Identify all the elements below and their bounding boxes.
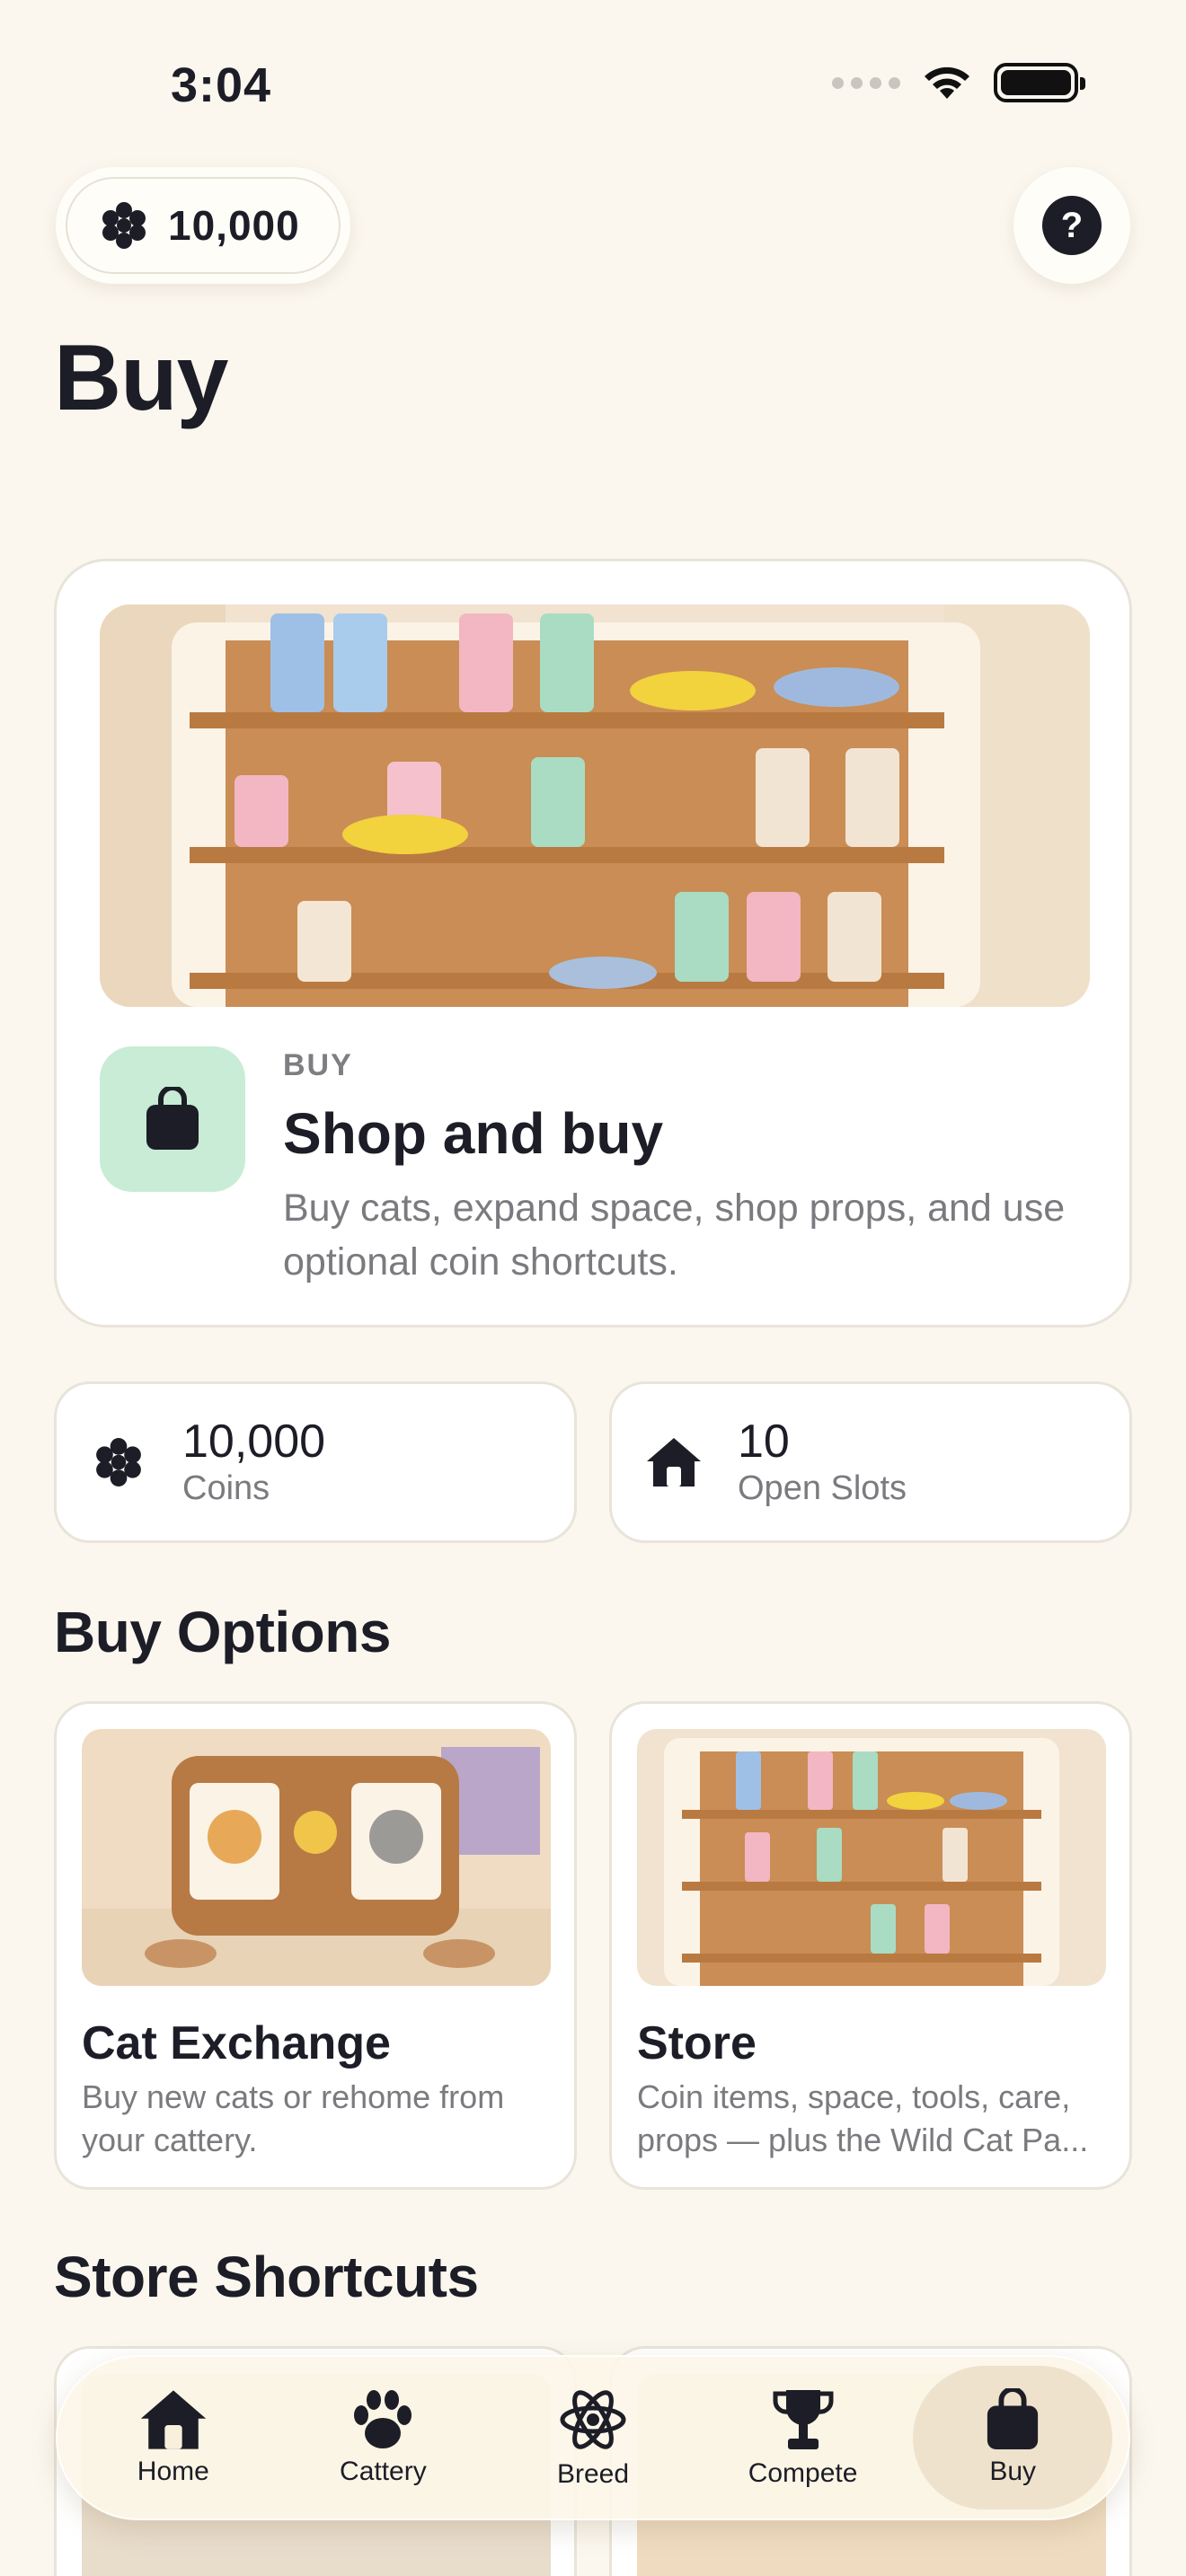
shop-and-buy-card[interactable]: BUY Shop and buy Buy cats, expand space,… bbox=[54, 559, 1132, 1328]
tab-label: Home bbox=[137, 2457, 209, 2486]
help-icon: ? bbox=[1042, 196, 1102, 255]
tab-label: Cattery bbox=[340, 2457, 427, 2486]
help-button[interactable]: ? bbox=[1013, 167, 1130, 284]
house-icon bbox=[140, 2390, 207, 2449]
open-slots-stat-label: Open Slots bbox=[738, 1469, 907, 1507]
buy-options-heading: Buy Options bbox=[54, 1600, 391, 1664]
store-card[interactable]: Store Coin items, space, tools, care, pr… bbox=[609, 1701, 1132, 2190]
cat-exchange-description: Buy new cats or rehome from your cattery… bbox=[82, 2078, 505, 2158]
coins-stat-card: 10,000 Coins bbox=[54, 1381, 577, 1543]
coin-balance-pill[interactable]: 10,000 bbox=[56, 167, 350, 284]
store-description: Coin items, space, tools, care, props — … bbox=[637, 2078, 1089, 2158]
hero-description: Buy cats, expand space, shop props, and … bbox=[283, 1187, 1066, 1284]
tab-label: Breed bbox=[556, 2459, 630, 2489]
coin-cluster-icon bbox=[87, 1431, 150, 1494]
store-shortcuts-heading: Store Shortcuts bbox=[54, 2245, 479, 2309]
coins-stat-label: Coins bbox=[182, 1469, 270, 1507]
cellular-signal-icon bbox=[832, 76, 900, 89]
tab-buy[interactable]: Buy bbox=[913, 2366, 1113, 2510]
tab-cattery[interactable]: Cattery bbox=[283, 2366, 482, 2510]
trophy-icon bbox=[773, 2390, 834, 2449]
coin-balance-value: 10,000 bbox=[168, 202, 300, 249]
bag-icon bbox=[987, 2388, 1039, 2449]
cat-exchange-title: Cat Exchange bbox=[82, 2017, 391, 2069]
shop-shelf-image bbox=[100, 604, 1090, 1007]
cat-exchange-card[interactable]: Cat Exchange Buy new cats or rehome from… bbox=[54, 1701, 577, 2190]
tab-compete[interactable]: Compete bbox=[704, 2366, 903, 2510]
tab-bar: Home Cattery Breed Compete Buy bbox=[56, 2355, 1130, 2520]
tab-label: Compete bbox=[748, 2458, 858, 2488]
page-title: Buy bbox=[54, 326, 228, 430]
status-time: 3:04 bbox=[171, 58, 272, 112]
hero-title: Shop and buy bbox=[283, 1101, 664, 1166]
cat-exchange-image bbox=[82, 1729, 551, 1986]
open-slots-stat-card: 10 Open Slots bbox=[609, 1381, 1132, 1543]
shopping-bag-icon bbox=[100, 1046, 245, 1192]
hero-eyebrow: BUY bbox=[283, 1048, 353, 1082]
tab-label: Buy bbox=[989, 2457, 1037, 2486]
store-title: Store bbox=[637, 2017, 757, 2069]
tab-breed[interactable]: Breed bbox=[493, 2366, 693, 2510]
wifi-icon bbox=[925, 66, 969, 99]
open-slots-stat-value: 10 bbox=[738, 1416, 790, 1468]
coins-stat-value: 10,000 bbox=[182, 1416, 326, 1468]
status-icons bbox=[832, 63, 1085, 102]
battery-icon bbox=[994, 63, 1085, 102]
atom-icon bbox=[560, 2390, 626, 2449]
store-image bbox=[637, 1729, 1106, 1986]
paw-icon bbox=[354, 2390, 412, 2448]
tab-home[interactable]: Home bbox=[74, 2366, 273, 2510]
coin-cluster-icon bbox=[102, 202, 146, 249]
house-icon bbox=[642, 1431, 705, 1494]
